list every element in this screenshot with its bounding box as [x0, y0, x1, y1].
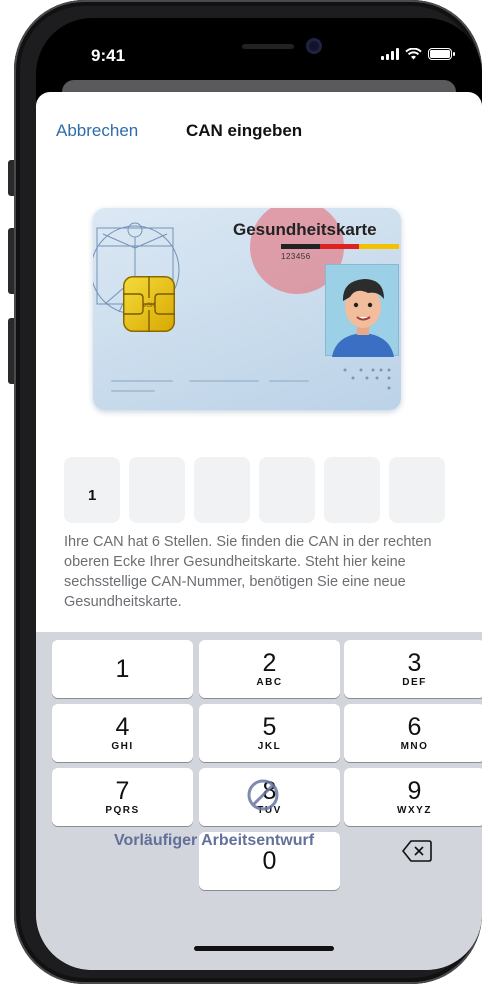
key-3[interactable]: 3 DEF — [344, 640, 482, 698]
key-5[interactable]: 5 JKL — [199, 704, 340, 762]
key-letters: GHI — [111, 741, 134, 752]
key-digit: 4 — [115, 713, 130, 741]
can-digit-box[interactable] — [259, 457, 315, 523]
key-letters: ABC — [256, 677, 283, 688]
wifi-icon — [405, 48, 422, 60]
key-4[interactable]: 4 GHI — [52, 704, 193, 762]
backspace-icon[interactable] — [402, 840, 432, 862]
key-1[interactable]: 1 — [52, 640, 193, 698]
card-title: Gesundheitskarte — [233, 220, 377, 239]
can-digit-box[interactable] — [324, 457, 380, 523]
can-digit-box[interactable] — [389, 457, 445, 523]
key-digit: 9 — [407, 777, 422, 805]
navigation-bar: Abbrechen CAN eingeben — [36, 92, 482, 152]
key-7[interactable]: 7 PQRS — [52, 768, 193, 826]
phone-frame: 9:41 Abbrechen CAN eingeben eGK Gesundhe… — [14, 0, 482, 984]
can-digit-box[interactable] — [194, 457, 250, 523]
can-hint-text: Ihre CAN hat 6 Stellen. Sie finden die C… — [64, 534, 432, 610]
key-digit: 0 — [262, 847, 277, 875]
dynamic-island — [222, 30, 340, 62]
key-digit: 5 — [262, 713, 277, 741]
health-card-illustration: eGK Gesundheitskarte 123456 — [93, 208, 401, 410]
no-entry-icon — [247, 779, 279, 811]
can-digit-box[interactable]: 1 — [64, 457, 120, 523]
status-icons — [381, 48, 455, 60]
key-letters: JKL — [257, 741, 282, 752]
key-digit: 2 — [262, 649, 277, 677]
key-letters: DEF — [402, 677, 427, 688]
status-bar: 9:41 — [36, 18, 482, 88]
key-digit: 3 — [407, 649, 422, 677]
card-chip: eGK — [123, 276, 175, 332]
key-letters: WXYZ — [397, 805, 432, 816]
person-avatar-icon — [332, 279, 394, 357]
key-6[interactable]: 6 MNO — [344, 704, 482, 762]
key-2[interactable]: 2 ABC — [199, 640, 340, 698]
key-letters: MNO — [400, 741, 429, 752]
key-digit: 1 — [115, 655, 130, 683]
card-can-number: 123456 — [281, 252, 311, 261]
key-digit: 6 — [407, 713, 422, 741]
chip-contacts-icon: eGK — [123, 276, 175, 332]
card-dots-pattern — [343, 368, 391, 390]
home-indicator[interactable] — [194, 946, 334, 951]
front-camera — [306, 38, 322, 54]
battery-icon — [428, 48, 455, 60]
can-digit-box[interactable] — [129, 457, 185, 523]
key-digit: 7 — [115, 777, 130, 805]
card-photo — [325, 264, 399, 357]
status-time: 9:41 — [91, 46, 126, 65]
card-color-stripe — [281, 244, 399, 249]
speaker-grille — [242, 44, 294, 49]
draft-watermark: Vorläufiger Arbeitsentwurf — [114, 832, 315, 849]
phone-screen: 9:41 Abbrechen CAN eingeben eGK Gesundhe… — [36, 18, 482, 970]
signal-icon — [381, 48, 399, 60]
svg-text:eGK: eGK — [143, 303, 155, 309]
page-title: CAN eingeben — [186, 121, 303, 140]
key-letters: PQRS — [105, 805, 140, 816]
can-digit-boxes[interactable]: 1 — [64, 457, 445, 523]
key-9[interactable]: 9 WXYZ — [344, 768, 482, 826]
cancel-button[interactable]: Abbrechen — [56, 121, 138, 141]
